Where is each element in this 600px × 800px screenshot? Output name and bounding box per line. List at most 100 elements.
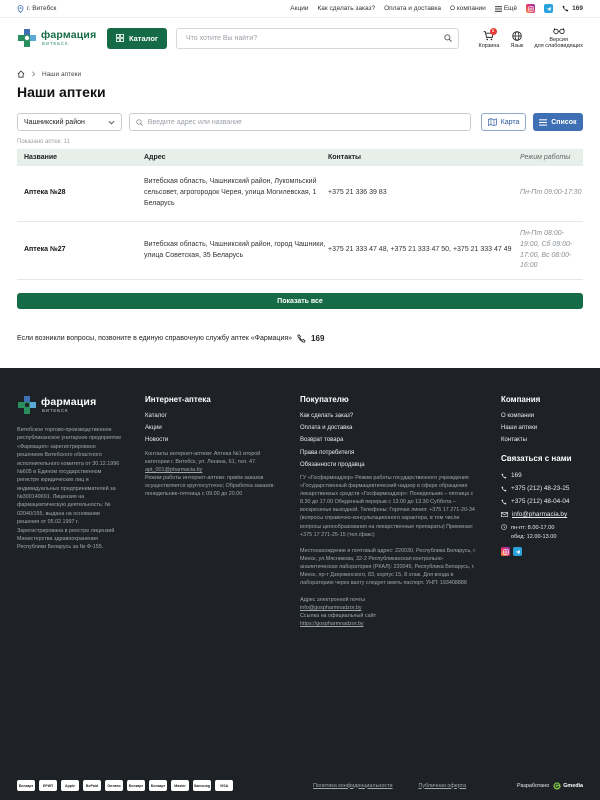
column-address: Адрес: [144, 154, 166, 161]
map-icon: [487, 118, 497, 126]
instagram-icon[interactable]: [526, 4, 536, 13]
payment-visa-icon: VISA: [215, 780, 233, 791]
footer-link-our-pharmacies[interactable]: Наши аптеки: [501, 425, 591, 431]
payment-mastercard-icon: Master: [171, 780, 189, 791]
footer-regulator-info: ГУ «Госфармнадзор» Режим работы государс…: [300, 474, 477, 627]
column-contacts: Контакты: [328, 154, 362, 161]
footer-regulator-email[interactable]: info@gospharmnadzor.by: [300, 605, 362, 611]
footer-contact-email[interactable]: info@pharmacia.by: [501, 511, 591, 518]
cart-label: Корзина: [478, 43, 500, 49]
pharmacy-address: Витебская область, Чашникский район, гор…: [144, 240, 326, 259]
breadcrumb: Наши аптеки: [17, 70, 583, 78]
logo[interactable]: фармация ВИТЕБСК: [17, 28, 107, 48]
pharmacy-table: Название Адрес Контакты Режим работы Апт…: [17, 149, 583, 280]
phone-icon: [562, 5, 569, 12]
top-link-more[interactable]: Ещё: [494, 5, 518, 12]
table-header: Название Адрес Контакты Режим работы: [17, 149, 583, 166]
language-button[interactable]: Язык: [510, 31, 523, 49]
footer-link-about[interactable]: О компании: [501, 413, 591, 419]
cart-count-badge: 1: [489, 28, 497, 35]
telegram-icon[interactable]: [544, 4, 554, 13]
catalog-button[interactable]: Каталог: [107, 27, 167, 49]
pharmacy-contacts[interactable]: +375 21 336 39 83: [328, 188, 513, 199]
pharmacy-cross-logo-icon: [18, 29, 36, 47]
address-search-input[interactable]: [147, 118, 465, 126]
footer-link-news[interactable]: Новости: [145, 437, 275, 443]
search-box: [176, 27, 459, 49]
map-view-label: Карта: [500, 118, 520, 126]
footer-logo[interactable]: фармация ВИТЕБСК: [17, 395, 107, 415]
home-icon[interactable]: [17, 70, 25, 78]
column-hours: Режим работы: [520, 154, 571, 161]
top-link-about[interactable]: О компании: [450, 5, 486, 12]
show-all-button[interactable]: Показать все: [17, 293, 583, 309]
footer-link-promo[interactable]: Акции: [145, 425, 275, 431]
payment-belcart-3-icon: Белкарт: [149, 780, 167, 791]
footer-link-contacts[interactable]: Контакты: [501, 437, 591, 443]
footer-instagram-icon[interactable]: [501, 547, 510, 557]
privacy-policy-link[interactable]: Политика конфиденциальности: [313, 783, 393, 789]
low-vision-button[interactable]: Версия для слабовидящих: [534, 27, 583, 49]
cart-button[interactable]: 1 Корзина: [478, 28, 500, 49]
top-link-how-to-order[interactable]: Как сделать заказ?: [317, 5, 375, 12]
footer-contact-short[interactable]: 169: [501, 472, 591, 479]
footer-contact-phone-2[interactable]: +375 (212) 48-04-04: [501, 498, 591, 505]
payment-samsung-icon: Samsung: [193, 780, 211, 791]
search-icon[interactable]: [444, 34, 452, 42]
table-row[interactable]: Аптека №27 Витебская область, Чашникский…: [17, 222, 583, 280]
breadcrumb-current: Наши аптеки: [42, 70, 82, 78]
top-link-more-label: Ещё: [503, 5, 518, 12]
top-link-payment-delivery[interactable]: Оплата и доставка: [384, 5, 441, 12]
district-select-value: Чашникский район: [24, 118, 85, 126]
pharmacy-cross-logo-icon: [18, 396, 36, 414]
list-view-button[interactable]: Список: [532, 113, 584, 131]
top-bar: г. Витебск Акции Как сделать заказ? Опла…: [0, 0, 600, 18]
search-input[interactable]: [186, 34, 444, 42]
main-content: Наши аптеки Наши аптеки Чашникский район…: [0, 70, 600, 343]
footer-link-seller-duties[interactable]: Обязанности продавца: [300, 462, 480, 468]
footer-shop-info: Контакты интернет-аптеки: Аптека №1 втор…: [145, 450, 275, 498]
payment-bepaid-icon: BePaid: [83, 780, 101, 791]
pharmacy-name: Аптека №28: [24, 189, 66, 197]
map-view-button[interactable]: Карта: [481, 113, 526, 131]
footer-shop-title: Интернет-аптека: [145, 395, 211, 404]
footer-link-return[interactable]: Возврат товара: [300, 437, 480, 443]
glasses-icon: [552, 28, 565, 35]
public-offer-link[interactable]: Публичная оферта: [419, 783, 467, 789]
district-select[interactable]: Чашникский район: [17, 113, 122, 131]
footer-regulator-site[interactable]: https://gospharmnadzor.by: [300, 621, 364, 627]
developer-credit[interactable]: Разработано Gmedia: [517, 781, 583, 790]
footer-link-consumer-rights[interactable]: Права потребителя: [300, 450, 480, 456]
footer-legal-text: Витебское торгово-производственное респу…: [17, 427, 122, 551]
address-search-box: [128, 113, 472, 131]
logo-subtitle: ВИТЕБСК: [42, 40, 69, 46]
help-line: Если возникли вопросы, позвоните в едину…: [17, 334, 583, 343]
footer-company-column: Компания О компании Наши аптеки Контакты…: [501, 395, 591, 557]
low-vision-label: Версия для слабовидящих: [534, 36, 583, 49]
footer-contact-phone-1[interactable]: +375 (212) 48-23-25: [501, 485, 591, 492]
mail-icon: [501, 512, 508, 518]
city-selector[interactable]: г. Витебск: [17, 4, 56, 13]
top-link-promo[interactable]: Акции: [290, 5, 308, 12]
footer-link-catalog[interactable]: Каталог: [145, 413, 275, 419]
phone-icon: [501, 473, 507, 479]
phone-icon: [297, 334, 306, 343]
footer-link-payment[interactable]: Оплата и доставка: [300, 425, 480, 431]
footer-link-how-to-order[interactable]: Как сделать заказ?: [300, 413, 480, 419]
pharmacy-contacts[interactable]: +375 21 333 47 48, +375 21 333 47 50, +3…: [328, 245, 513, 256]
site-header: фармация ВИТЕБСК Каталог 1 Корзина Язык …: [0, 18, 600, 58]
top-phone[interactable]: 169: [562, 5, 583, 12]
chevron-right-icon: [32, 71, 36, 77]
footer-logo-subtitle: ВИТЕБСК: [42, 407, 69, 413]
footer-working-hours: пн-пт: 8.00-17.00 обед: 12.00-13.00: [501, 524, 591, 541]
logo-title: фармация: [41, 29, 97, 41]
footer-telegram-icon[interactable]: [513, 547, 522, 557]
column-name: Название: [24, 154, 58, 161]
help-text: Если возникли вопросы, позвоните в едину…: [17, 335, 293, 342]
footer-company-title: Компания: [501, 395, 541, 404]
help-phone[interactable]: 169: [311, 334, 324, 343]
footer-logo-title: фармация: [41, 396, 97, 408]
table-row[interactable]: Аптека №28 Витебская область, Чашникский…: [17, 166, 583, 222]
footer-buyer-title: Покупателю: [300, 395, 349, 404]
footer-shop-email[interactable]: apt_001@pharmacia.by: [145, 467, 202, 473]
